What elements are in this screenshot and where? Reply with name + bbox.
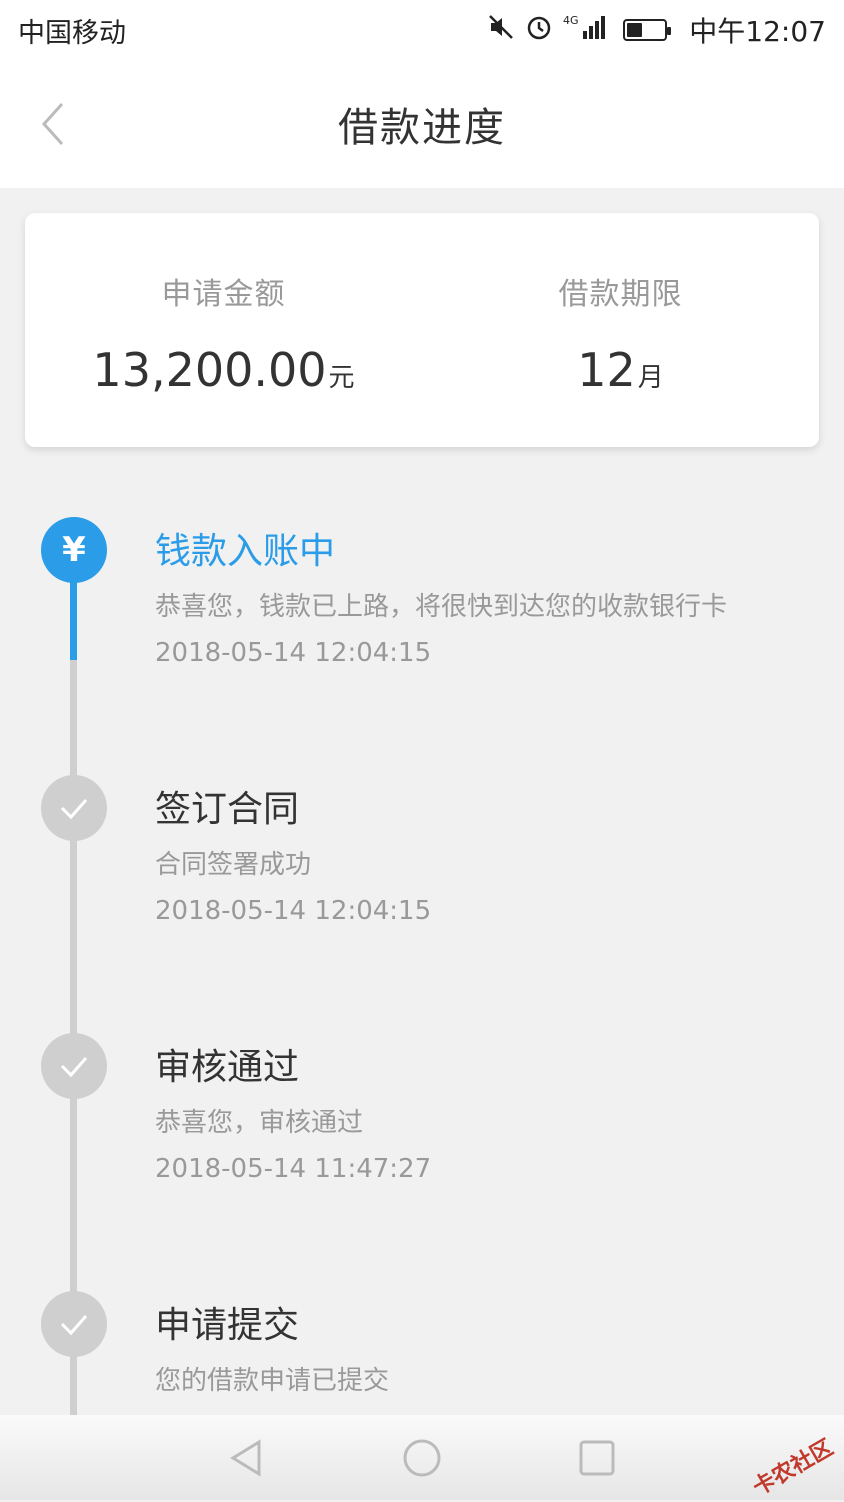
network-type: 4G	[563, 14, 579, 27]
amount-number: 13,200.00	[92, 343, 326, 397]
step-1-time: 2018-05-14 12:04:15	[155, 638, 431, 668]
term-number: 12	[577, 343, 636, 397]
check-icon	[56, 790, 92, 826]
step-3-node	[41, 1033, 107, 1099]
step-4-node	[41, 1291, 107, 1357]
status-bar: 中国移动 4G 中午12:07	[0, 0, 844, 60]
mute-icon	[487, 13, 515, 47]
step-3-desc: 恭喜您，审核通过	[155, 1102, 363, 1139]
system-nav-bar	[0, 1415, 844, 1500]
step-4-title: 申请提交	[155, 1296, 299, 1348]
step-2-time: 2018-05-14 12:04:15	[155, 896, 431, 926]
step-2-node	[41, 775, 107, 841]
back-button[interactable]	[38, 100, 68, 148]
nav-home-button[interactable]	[392, 1428, 452, 1488]
nav-back-button[interactable]	[217, 1428, 277, 1488]
check-icon	[56, 1306, 92, 1342]
step-3-title: 审核通过	[155, 1038, 299, 1090]
step-3-time: 2018-05-14 11:47:27	[155, 1154, 431, 1184]
check-icon	[56, 1048, 92, 1084]
yuan-icon: ¥	[62, 530, 86, 570]
nav-recents-button[interactable]	[567, 1428, 627, 1488]
carrier-name: 中国移动	[18, 11, 487, 50]
amount-unit: 元	[329, 363, 355, 393]
amount-value: 13,200.00元	[92, 343, 354, 397]
circle-home-icon	[402, 1438, 442, 1478]
page-title: 借款进度	[338, 95, 506, 153]
step-1-node: ¥	[41, 517, 107, 583]
term-column: 借款期限 12月	[422, 213, 819, 447]
chevron-left-icon	[38, 100, 68, 148]
term-value: 12月	[577, 343, 664, 397]
step-1-desc: 恭喜您，钱款已上路，将很快到达您的收款银行卡	[155, 586, 727, 623]
term-unit: 月	[638, 363, 664, 393]
amount-label: 申请金额	[162, 269, 286, 313]
battery-icon	[623, 19, 667, 41]
term-label: 借款期限	[559, 269, 683, 313]
loan-summary-card: 申请金额 13,200.00元 借款期限 12月	[25, 213, 819, 447]
square-recents-icon	[577, 1438, 617, 1478]
step-2-desc: 合同签署成功	[155, 844, 311, 881]
signal-icon: 4G	[563, 13, 609, 47]
step-1-title: 钱款入账中	[155, 522, 335, 574]
step-2-title: 签订合同	[155, 780, 299, 832]
nav-bar: 借款进度	[0, 60, 844, 188]
triangle-back-icon	[227, 1438, 267, 1478]
amount-column: 申请金额 13,200.00元	[25, 213, 422, 447]
step-4-desc: 您的借款申请已提交	[155, 1360, 389, 1397]
status-icons: 4G 中午12:07	[487, 10, 826, 50]
alarm-icon	[525, 13, 553, 47]
clock: 中午12:07	[689, 10, 826, 50]
